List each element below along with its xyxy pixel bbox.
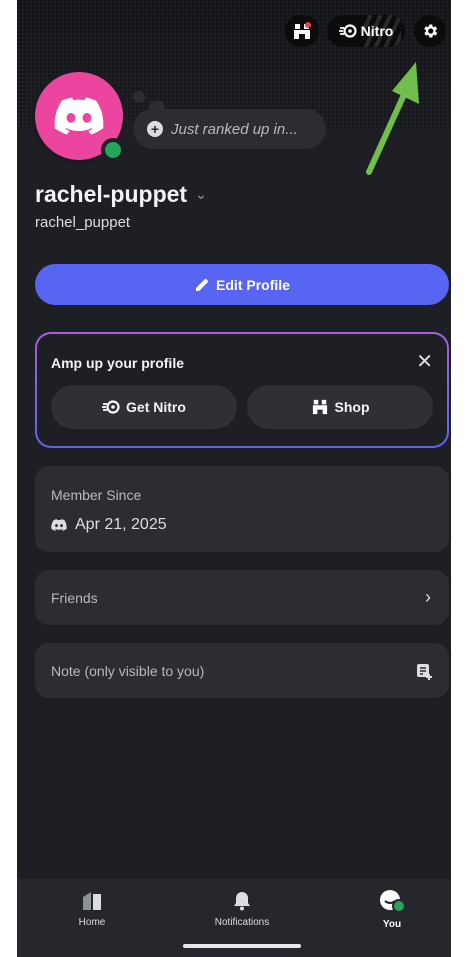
friends-label: Friends xyxy=(51,589,98,606)
shop-icon xyxy=(294,22,311,39)
chevron-down-icon: ⌄ xyxy=(195,186,207,202)
nitro-button[interactable]: Nitro xyxy=(327,15,405,47)
amp-card-title: Amp up your profile xyxy=(51,355,184,371)
gear-icon xyxy=(424,24,438,38)
friends-row[interactable]: Friends › xyxy=(35,570,449,625)
username: rachel_puppet xyxy=(35,214,131,231)
chevron-right-icon: › xyxy=(425,587,431,607)
shop-label: Shop xyxy=(334,399,370,415)
online-status-indicator xyxy=(101,138,125,162)
get-nitro-label: Get Nitro xyxy=(126,399,186,415)
member-since-card: Member Since Apr 21, 2025 xyxy=(35,466,449,552)
add-note-icon xyxy=(417,663,432,680)
pencil-icon xyxy=(196,278,209,291)
close-icon[interactable]: ✕ xyxy=(416,352,433,372)
custom-status-placeholder: Just ranked up in... xyxy=(171,120,298,138)
bell-icon xyxy=(234,891,250,910)
shop-button[interactable] xyxy=(285,15,319,47)
home-indicator xyxy=(183,944,301,948)
nitro-icon xyxy=(102,400,120,414)
custom-status-bubble[interactable]: + Just ranked up in... xyxy=(133,109,326,149)
tab-you[interactable]: You xyxy=(357,879,427,939)
display-name-switcher[interactable]: rachel-puppet ⌄ xyxy=(35,181,207,208)
discord-logo-icon xyxy=(51,519,67,531)
nitro-label: Nitro xyxy=(360,23,394,39)
profile-screen: Nitro + Just ranked up in... rachel-pupp… xyxy=(17,0,451,957)
tab-notifications[interactable]: Notifications xyxy=(202,879,282,939)
plus-icon: + xyxy=(147,121,163,137)
note-placeholder: Note (only visible to you) xyxy=(51,662,205,679)
display-name: rachel-puppet xyxy=(35,181,188,207)
settings-button[interactable] xyxy=(414,15,446,47)
shop-icon xyxy=(312,399,327,415)
user-avatar-icon xyxy=(380,889,405,913)
thought-bubble-dot xyxy=(133,91,145,103)
member-since-date-row: Apr 21, 2025 xyxy=(51,516,167,534)
shop-button[interactable]: Shop xyxy=(247,385,433,429)
note-row[interactable]: Note (only visible to you) xyxy=(35,643,449,698)
member-since-label: Member Since xyxy=(51,487,142,503)
nitro-icon xyxy=(338,24,357,38)
edit-profile-button[interactable]: Edit Profile xyxy=(35,264,449,305)
amp-up-profile-card: Amp up your profile ✕ Get Nitro Shop xyxy=(35,332,449,448)
bottom-tab-bar: Home Notifications You xyxy=(17,879,451,957)
home-icon xyxy=(83,891,101,910)
tab-notifications-label: Notifications xyxy=(214,916,270,928)
discord-logo-icon xyxy=(54,97,104,135)
edit-profile-label: Edit Profile xyxy=(216,276,290,293)
tab-home-label: Home xyxy=(78,916,106,928)
tab-you-label: You xyxy=(382,918,402,930)
member-since-date: Apr 21, 2025 xyxy=(75,516,167,533)
get-nitro-button[interactable]: Get Nitro xyxy=(51,385,237,429)
tab-home[interactable]: Home xyxy=(57,879,127,939)
